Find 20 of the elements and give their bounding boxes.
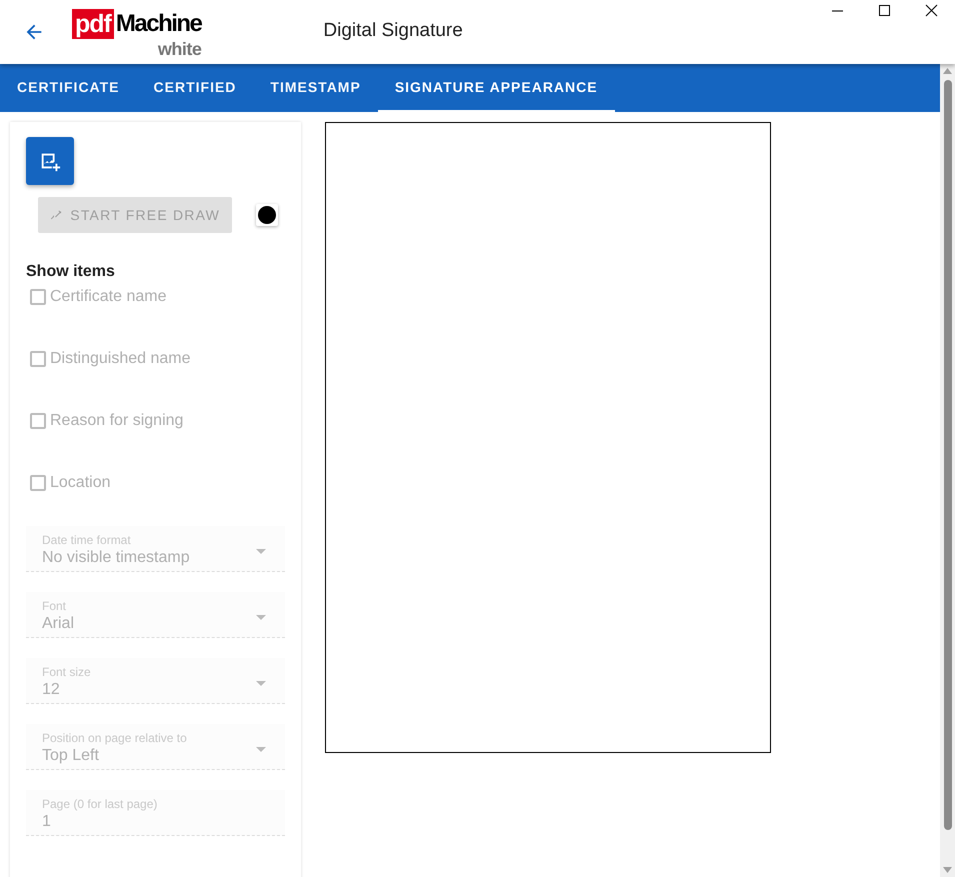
checkbox-label: Reason for signing [50,412,184,430]
checkbox-label: Distinguished name [50,350,191,368]
section-heading: Show items [26,263,116,281]
tab[interactable]: CERTIFIED [136,64,254,112]
logo-edition: white [158,39,202,59]
checkbox-label: Certificate name [50,288,166,306]
dropdown-caret-icon [256,746,266,752]
add-image-button[interactable] [26,137,74,185]
dropdown-caret-icon [256,548,266,554]
scroll-down-icon[interactable] [943,867,952,873]
logo-name: Machine [114,9,202,39]
tab[interactable]: TIMESTAMP [253,64,378,112]
checkbox-label: Location [50,474,110,492]
dropdown-caret-icon [256,614,266,620]
tab[interactable]: SIGNATURE APPEARANCE [378,64,615,112]
dropdown-caret-icon [256,680,266,686]
window-title: Digital Signature [323,20,463,42]
tab[interactable]: CERTIFICATE [0,64,137,112]
scroll-up-icon[interactable] [943,68,952,74]
logo-brand: pdf [72,9,114,39]
